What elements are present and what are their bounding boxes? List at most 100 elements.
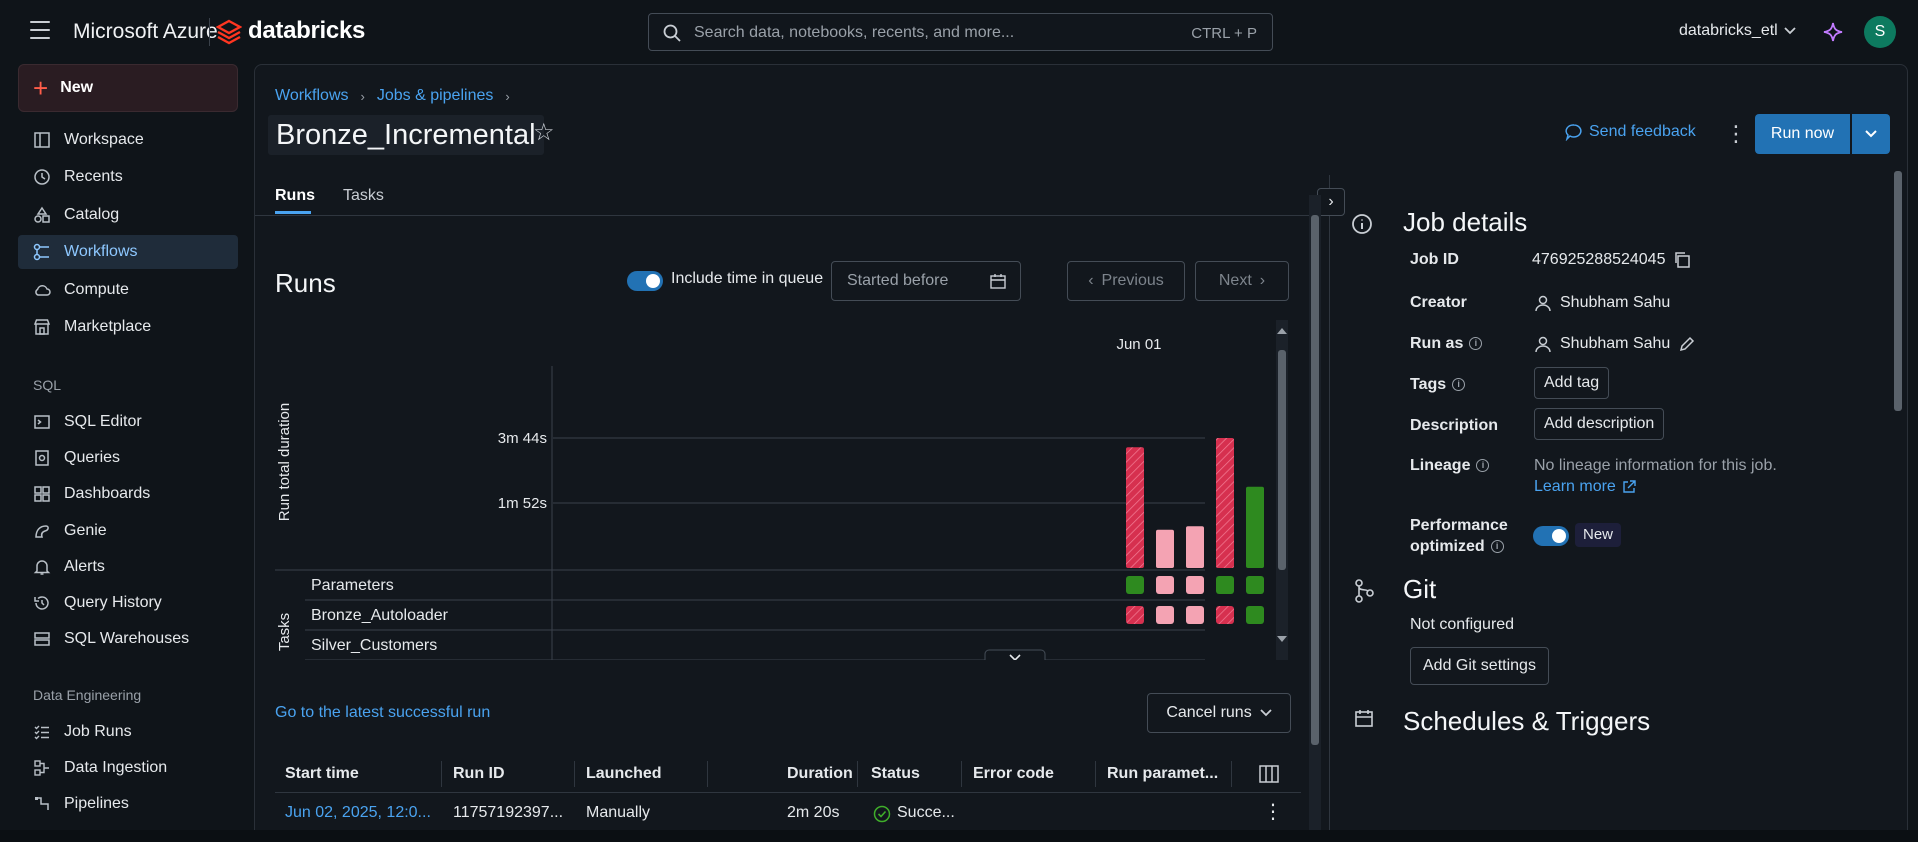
main-scrollbar[interactable] — [1309, 195, 1321, 839]
column-divider[interactable] — [707, 761, 708, 787]
tags-label-text: Tags — [1410, 376, 1447, 393]
details-scrollbar-thumb[interactable] — [1894, 171, 1902, 411]
sidebar-item-job-runs[interactable]: Job Runs — [18, 715, 238, 749]
lineage-label-text: Lineage — [1410, 457, 1471, 474]
info-icon[interactable]: i — [1490, 540, 1504, 554]
sidebar-item-dashboards[interactable]: Dashboards — [18, 477, 238, 511]
add-description-button[interactable]: Add description — [1534, 408, 1665, 440]
sidebar-item-workspace[interactable]: Workspace — [18, 123, 238, 157]
tabs-divider — [255, 215, 1317, 216]
col-error-code[interactable]: Error code — [973, 765, 1054, 783]
col-status[interactable]: Status — [871, 765, 920, 783]
run-as-label: Run as i — [1410, 335, 1483, 353]
cloud-icon — [35, 285, 51, 296]
row-actions-icon[interactable]: ⋮ — [1263, 799, 1283, 824]
task-status-cell — [1126, 576, 1144, 594]
run-now-dropdown[interactable] — [1852, 114, 1890, 154]
assistant-sparkle-icon[interactable] — [1822, 21, 1844, 43]
cancel-runs-label: Cancel runs — [1166, 704, 1252, 721]
column-divider[interactable] — [961, 761, 962, 787]
sidebar-item-catalog[interactable]: Catalog — [18, 198, 238, 232]
bell-icon — [33, 560, 51, 575]
job-title[interactable]: Bronze_Incremental — [268, 115, 544, 155]
sidebar-item-pipelines[interactable]: Pipelines — [18, 787, 238, 821]
sidebar-item-marketplace[interactable]: Marketplace — [18, 310, 238, 344]
catalog-icon — [34, 206, 50, 223]
ingestion-icon — [34, 760, 49, 776]
col-run-parameters[interactable]: Run paramet... — [1107, 765, 1218, 783]
task-status-cell — [1126, 606, 1144, 624]
sidebar-item-genie[interactable]: Genie — [18, 514, 238, 548]
col-start-time[interactable]: Start time — [285, 765, 359, 783]
new-button[interactable]: + New — [18, 64, 238, 112]
column-settings-icon[interactable] — [1259, 765, 1279, 783]
add-tag-button[interactable]: Add tag — [1534, 367, 1610, 399]
collapse-panel-button[interactable]: › — [1317, 188, 1345, 216]
col-duration[interactable]: Duration — [787, 765, 853, 783]
learn-more-link[interactable]: Learn more — [1534, 478, 1636, 496]
next-button[interactable]: Next › — [1195, 261, 1289, 301]
breadcrumb-workflows[interactable]: Workflows — [275, 87, 349, 105]
include-queue-toggle[interactable] — [627, 271, 663, 291]
column-divider[interactable] — [857, 761, 858, 787]
sidebar-item-compute[interactable]: Compute — [18, 273, 238, 307]
sidebar-item-data-ingestion[interactable]: Data Ingestion — [18, 751, 238, 785]
breadcrumb-jobs-pipelines[interactable]: Jobs & pipelines — [377, 87, 494, 105]
launched-cell: Manually — [586, 804, 651, 821]
previous-label: Previous — [1101, 272, 1164, 289]
panel-divider — [1329, 175, 1330, 842]
sidebar-item-query-history[interactable]: Query History — [18, 586, 238, 620]
sidebar-item-queries[interactable]: Queries — [18, 441, 238, 475]
previous-button[interactable]: ‹ Previous — [1067, 261, 1185, 301]
sidebar-item-sql-warehouses[interactable]: SQL Warehouses — [18, 622, 238, 656]
run-start-time-link[interactable]: Jun 02, 2025, 12:0... — [285, 804, 431, 822]
more-options-icon[interactable]: ⋮ — [1725, 121, 1747, 147]
workspace-selector[interactable]: databricks_etl — [1679, 22, 1796, 40]
tab-tasks[interactable]: Tasks — [343, 187, 384, 205]
sidebar-item-sql-editor[interactable]: SQL Editor — [18, 405, 238, 439]
cancel-runs-button[interactable]: Cancel runs — [1147, 693, 1291, 733]
run-now-button[interactable]: Run now — [1755, 114, 1850, 154]
menu-icon[interactable] — [30, 21, 50, 39]
sidebar-item-alerts[interactable]: Alerts — [18, 550, 238, 584]
run-duration-bar — [1186, 526, 1204, 568]
column-divider[interactable] — [574, 761, 575, 787]
col-run-id[interactable]: Run ID — [453, 765, 505, 783]
column-divider[interactable] — [441, 761, 442, 787]
job-page: Workflows › Jobs & pipelines › Bronze_In… — [254, 64, 1908, 842]
send-feedback-link[interactable]: Send feedback — [1565, 123, 1696, 141]
column-divider[interactable] — [1231, 761, 1232, 787]
column-divider[interactable] — [1095, 761, 1096, 787]
user-avatar[interactable]: S — [1864, 16, 1896, 48]
info-icon[interactable]: i — [1452, 378, 1466, 392]
job-id-label: Job ID — [1410, 251, 1459, 268]
chevron-down-icon — [1865, 130, 1877, 138]
star-icon[interactable]: ☆ — [533, 118, 555, 147]
main-scrollbar-thumb[interactable] — [1311, 215, 1319, 745]
performance-optimized-toggle[interactable] — [1533, 526, 1569, 546]
started-before-input[interactable]: Started before — [831, 261, 1021, 301]
tags-label: Tags i — [1410, 376, 1466, 394]
global-search[interactable]: Search data, notebooks, recents, and mor… — [648, 13, 1273, 51]
table-row[interactable]: Jun 02, 2025, 12:0... 11757192397... Man… — [275, 793, 1301, 833]
sql-section-heading: SQL — [33, 377, 62, 393]
tasks-axis-title: Tasks — [276, 613, 293, 651]
workflows-icon — [33, 243, 49, 261]
col-launched[interactable]: Launched — [586, 765, 662, 783]
info-icon[interactable]: i — [1469, 337, 1483, 351]
details-scrollbar[interactable] — [1892, 151, 1904, 839]
sidebar-item-label: Marketplace — [64, 318, 152, 335]
databricks-logo-icon — [216, 19, 242, 45]
performance-label-line1: Performance — [1410, 517, 1508, 534]
schedules-triggers-heading: Schedules & Triggers — [1403, 706, 1651, 736]
task-status-cell — [1246, 576, 1264, 594]
latest-successful-run-link[interactable]: Go to the latest successful run — [275, 704, 490, 722]
sidebar-item-recents[interactable]: Recents — [18, 160, 238, 194]
task-row-label: Parameters — [311, 577, 394, 594]
copy-icon[interactable] — [1673, 251, 1691, 269]
pencil-icon[interactable] — [1678, 335, 1696, 353]
sidebar-item-workflows[interactable]: Workflows — [18, 235, 238, 269]
add-git-settings-button[interactable]: Add Git settings — [1410, 647, 1549, 685]
info-icon[interactable]: i — [1476, 459, 1490, 473]
tab-runs[interactable]: Runs — [275, 187, 315, 205]
